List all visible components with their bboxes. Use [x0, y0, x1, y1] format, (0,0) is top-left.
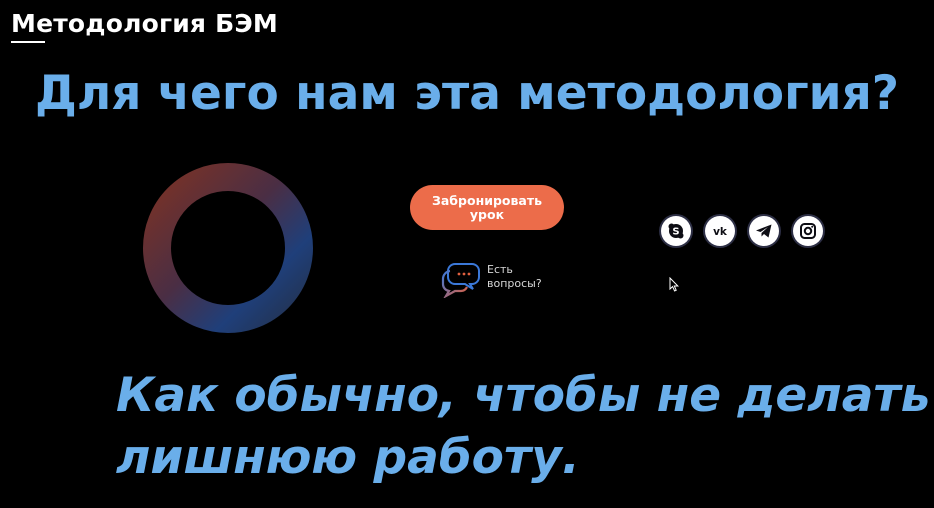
subtitle-line-1: Как обычно, чтобы не делать — [116, 368, 931, 423]
gradient-ring-graphic — [143, 163, 313, 333]
video-title: Методология БЭМ — [11, 9, 278, 38]
svg-text:vk: vk — [713, 226, 728, 238]
skype-button[interactable]: S — [661, 216, 691, 246]
vk-button[interactable]: vk — [705, 216, 735, 246]
questions-link[interactable]: Есть вопросы? — [441, 258, 571, 298]
vk-icon: vk — [713, 226, 728, 238]
book-lesson-button[interactable]: Забронировать урок — [410, 185, 564, 230]
title-underline — [11, 41, 45, 43]
instagram-icon — [800, 223, 816, 239]
slide-subtitle: Как обычно, чтобы не делать лишнюю работ… — [116, 365, 930, 489]
questions-label: Есть вопросы? — [487, 263, 542, 290]
svg-text:S: S — [672, 227, 679, 238]
chat-bubbles-icon — [441, 263, 480, 298]
slide-headline: Для чего нам эта методология? — [34, 66, 900, 121]
telegram-icon — [756, 224, 772, 238]
mouse-cursor-icon — [669, 277, 679, 292]
instagram-button[interactable] — [793, 216, 823, 246]
book-lesson-label: Забронировать урок — [431, 192, 542, 222]
telegram-button[interactable] — [749, 216, 779, 246]
skype-icon: S — [668, 223, 684, 239]
subtitle-line-2: лишнюю работу. — [116, 430, 580, 485]
